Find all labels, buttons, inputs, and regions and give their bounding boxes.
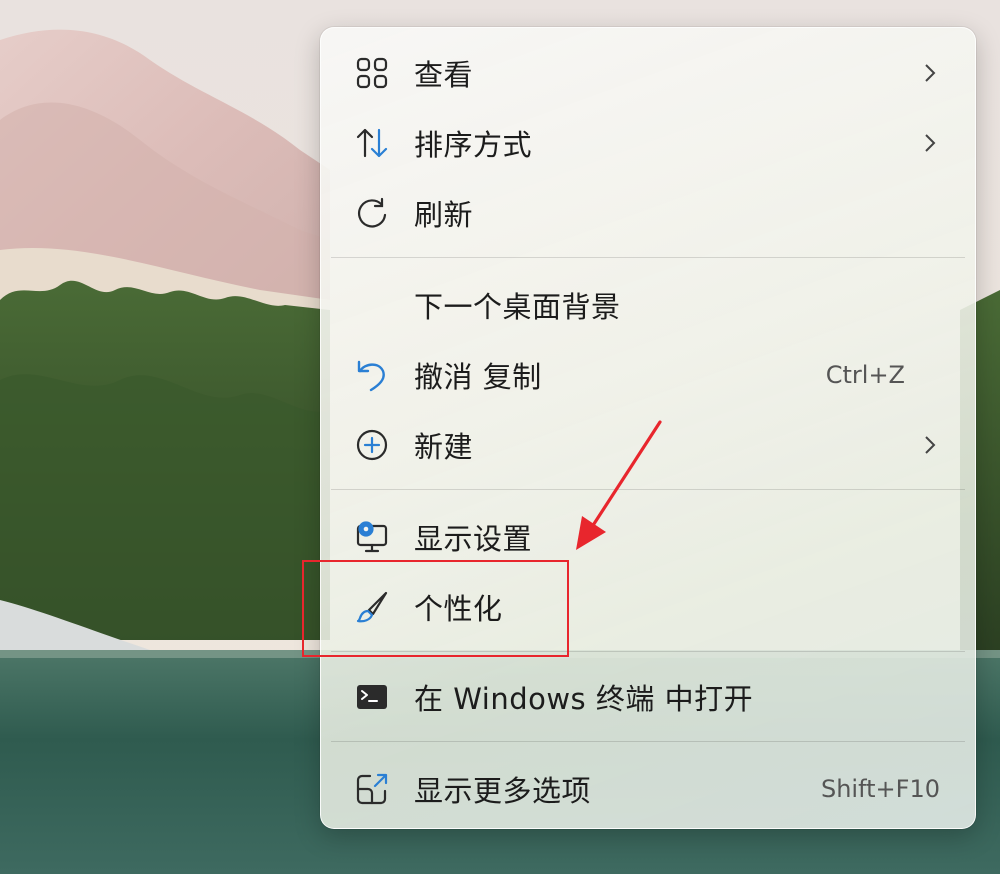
chevron-right-icon	[921, 61, 939, 85]
menu-item-display-settings-label: 显示设置	[414, 522, 533, 556]
menu-item-new-label: 新建	[414, 430, 474, 464]
menu-item-show-more-options[interactable]: 显示更多选项 Shift+F10	[321, 760, 975, 818]
menu-item-undo[interactable]: 撤消 复制 Ctrl+Z	[321, 346, 975, 404]
menu-item-open-terminal[interactable]: 在 Windows 终端 中打开	[321, 668, 975, 726]
menu-item-next-background-label: 下一个桌面背景	[414, 290, 621, 324]
terminal-icon	[355, 680, 389, 714]
chevron-right-icon	[921, 131, 939, 155]
menu-separator	[331, 257, 965, 258]
menu-separator	[331, 741, 965, 742]
menu-item-show-more-options-label: 显示更多选项	[414, 774, 592, 808]
sort-arrows-icon	[355, 126, 389, 160]
menu-item-view-label: 查看	[414, 58, 474, 92]
annotation-arrow-icon	[576, 420, 662, 550]
menu-item-next-background[interactable]: 下一个桌面背景	[321, 276, 975, 334]
annotation-highlight-box	[302, 560, 569, 657]
menu-item-sort-label: 排序方式	[414, 128, 533, 162]
display-settings-icon	[355, 520, 389, 554]
shortcut-shift-f10: Shift+F10	[820, 775, 940, 803]
refresh-icon	[355, 196, 389, 230]
menu-item-refresh-label: 刷新	[414, 198, 474, 232]
undo-icon	[355, 358, 389, 392]
menu-item-refresh[interactable]: 刷新	[321, 184, 975, 242]
grid-icon	[355, 56, 389, 90]
menu-item-undo-label: 撤消 复制	[414, 360, 542, 394]
menu-item-sort[interactable]: 排序方式	[321, 114, 975, 172]
menu-item-view[interactable]: 查看	[321, 44, 975, 102]
menu-item-open-terminal-label: 在 Windows 终端 中打开	[414, 682, 754, 716]
chevron-right-icon	[921, 433, 939, 457]
plus-circle-icon	[355, 428, 389, 462]
shortcut-ctrl-z: Ctrl+Z	[825, 361, 905, 389]
share-expand-icon	[355, 772, 389, 806]
